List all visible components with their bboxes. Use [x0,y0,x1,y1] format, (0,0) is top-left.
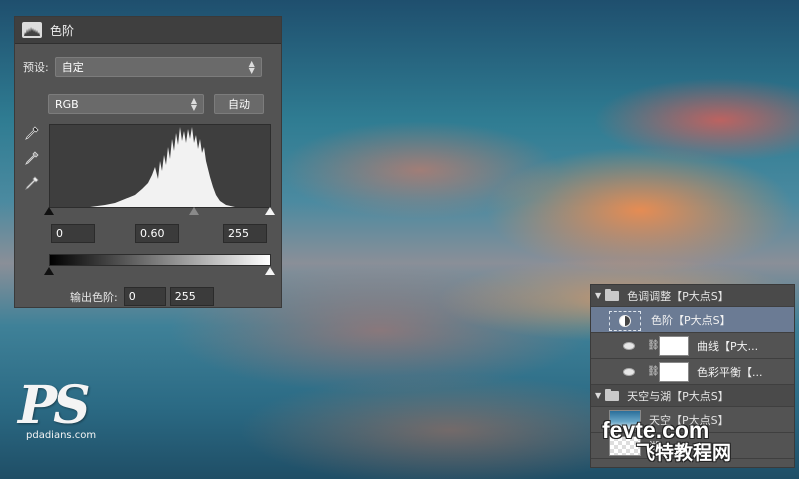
layer-group-sky-lake[interactable]: ▼ 天空与湖【P大点S】 [591,385,794,407]
channel-select[interactable]: RGB ▲ ▼ [48,94,204,114]
levels-panel: 色阶 预设: 自定 ▲ ▼ RGB ▲ ▼ 自动 0 0.60 255 输出色阶… [14,16,282,308]
expand-triangle-icon[interactable]: ▼ [595,391,601,400]
input-black-field[interactable]: 0 [51,224,95,243]
fevte-url: fevte.com [602,417,710,443]
preset-select[interactable]: 自定 ▲ ▼ [54,57,262,77]
output-gradient-bar [49,254,271,266]
layer-mask-thumb[interactable] [659,335,689,356]
preset-row: 预设: 自定 ▲ ▼ [23,57,262,77]
fevte-cn-name: 飞特教程网 [636,442,732,464]
fevte-watermark: fevte.com 飞特教程网 [602,418,731,464]
visibility-eye-icon[interactable] [623,367,635,376]
levels-adjustment-icon [609,311,641,331]
white-eyedropper-icon[interactable] [24,175,40,191]
levels-icon [22,22,42,38]
layer-name: 色彩平衡【... [697,365,763,379]
layer-mask-thumb[interactable] [659,361,689,382]
preset-value: 自定 [61,61,84,74]
chain-link-icon: ⛓ [647,340,660,351]
select-arrows-icon: ▲ ▼ [248,59,255,75]
layer-color-balance[interactable]: ⛓ 色彩平衡【... [591,359,794,385]
layer-levels[interactable]: 色阶【P大点S】 [591,307,794,333]
input-white-handle[interactable] [265,207,275,215]
expand-triangle-icon[interactable]: ▼ [595,291,601,300]
layer-name: 色阶【P大点S】 [651,313,731,327]
chain-link-icon: ⛓ [647,366,660,377]
channel-value: RGB [55,97,79,111]
output-black-field[interactable]: 0 [123,287,166,306]
output-white-handle[interactable] [265,267,275,275]
output-label: 输出色阶: [70,290,118,304]
layer-group-color-adjust[interactable]: ▼ 色调调整【P大点S】 [591,285,794,307]
group-name: 色调调整【P大点S】 [627,289,729,303]
ps-watermark-logo: PS pdadians.com [18,375,97,442]
layer-name: 曲线【P大... [697,339,759,353]
select-arrows-icon: ▲ ▼ [190,96,197,112]
levels-panel-header: 色阶 [15,17,281,44]
input-gamma-handle[interactable] [189,207,199,215]
input-white-field[interactable]: 255 [223,224,267,243]
folder-icon [605,288,620,301]
levels-title: 色阶 [50,23,75,38]
input-levels-row: 0 0.60 255 [51,224,271,244]
histogram [49,124,271,208]
output-levels-slider[interactable] [44,267,275,277]
preset-label: 预设: [23,61,49,74]
layer-curves[interactable]: ⛓ 曲线【P大... [591,333,794,359]
gray-eyedropper-icon[interactable] [24,150,40,166]
ps-logo-mark: PS [18,375,91,436]
ps-logo-url: pdadians.com [26,430,97,441]
auto-button[interactable]: 自动 [214,94,264,114]
input-levels-slider[interactable] [44,207,275,217]
output-white-field[interactable]: 255 [169,287,214,306]
input-gamma-field[interactable]: 0.60 [135,224,179,243]
output-levels-row: 输出色阶: 0 255 [70,287,214,306]
input-black-handle[interactable] [44,207,54,215]
eyedroppers [24,125,40,191]
folder-icon [605,388,620,401]
black-eyedropper-icon[interactable] [24,125,40,141]
output-black-handle[interactable] [44,267,54,275]
group-name: 天空与湖【P大点S】 [627,389,729,403]
visibility-eye-icon[interactable] [623,341,635,350]
